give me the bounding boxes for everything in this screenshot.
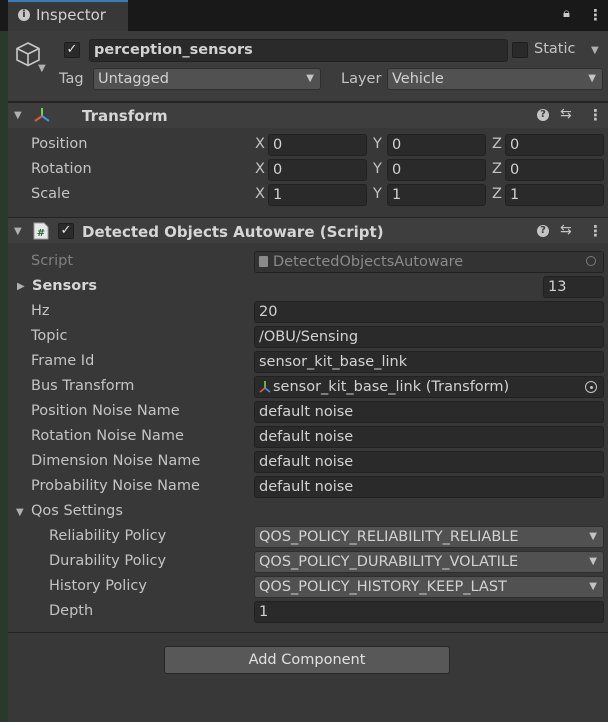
durability-policy-value: QOS_POLICY_DURABILITY_VOLATILE	[259, 554, 519, 570]
axis-y-label[interactable]: Y	[373, 161, 382, 177]
rotation-y-input[interactable]: 0	[387, 159, 486, 181]
tag-dropdown[interactable]: Untagged ▼	[93, 68, 321, 90]
object-name-input[interactable]: perception_sensors	[89, 39, 508, 62]
script-enabled-checkbox[interactable]: ✓	[58, 223, 74, 239]
frame-id-label: Frame Id	[31, 353, 95, 369]
script-foldout-arrow[interactable]: ▼	[14, 226, 22, 237]
axis-z-label[interactable]: Z	[492, 186, 502, 202]
presets-icon[interactable]: ⇆	[560, 222, 572, 238]
transform-title: Transform	[82, 107, 168, 125]
chevron-down-icon: ▼	[589, 531, 597, 542]
topic-label: Topic	[31, 328, 68, 344]
static-label: Static	[534, 41, 576, 57]
sensors-size-input[interactable]: 13	[543, 276, 604, 298]
add-component-button[interactable]: Add Component	[164, 646, 450, 674]
icon-dropdown-arrow[interactable]: ▼	[38, 63, 46, 74]
active-checkbox[interactable]: ✓	[64, 42, 80, 58]
frame-id-input[interactable]: sensor_kit_base_link	[254, 351, 604, 373]
axis-x-label[interactable]: X	[255, 186, 265, 202]
layer-dropdown[interactable]: Vehicle ▼	[387, 68, 603, 90]
scale-z-input[interactable]: 1	[505, 184, 604, 206]
section-divider	[8, 632, 608, 633]
position-z-input[interactable]: 0	[505, 134, 604, 156]
reliability-policy-label: Reliability Policy	[49, 528, 167, 544]
transform-foldout-arrow[interactable]: ▼	[14, 110, 22, 121]
position-x-input[interactable]: 0	[268, 134, 367, 156]
script-file-icon: #	[33, 222, 49, 240]
history-policy-value: QOS_POLICY_HISTORY_KEEP_LAST	[259, 579, 507, 595]
transform-small-icon	[259, 381, 271, 393]
qos-foldout-arrow[interactable]: ▼	[16, 507, 24, 518]
lock-icon[interactable]: 🔒︎	[563, 6, 570, 21]
component-menu-icon[interactable]: ⋮	[588, 106, 603, 124]
layer-value: Vehicle	[392, 71, 444, 87]
svg-text:#: #	[37, 228, 45, 239]
reliability-policy-value: QOS_POLICY_RELIABILITY_RELIABLE	[259, 529, 519, 545]
durability-policy-label: Durability Policy	[49, 553, 167, 569]
axis-x-label[interactable]: X	[255, 136, 265, 152]
script-file-small-icon	[259, 256, 268, 267]
scene-view-edge	[0, 0, 8, 722]
sensors-label[interactable]: Sensors	[32, 278, 97, 294]
depth-input[interactable]: 1	[254, 601, 604, 623]
info-icon: i	[18, 9, 30, 21]
tab-menu-icon[interactable]: ⋮	[588, 6, 603, 24]
transform-icon	[34, 108, 50, 122]
presets-icon[interactable]: ⇆	[560, 106, 572, 122]
static-checkbox[interactable]	[512, 42, 528, 58]
dimension-noise-label: Dimension Noise Name	[31, 453, 201, 469]
rotation-x-input[interactable]: 0	[268, 159, 367, 181]
reliability-policy-dropdown[interactable]: QOS_POLICY_RELIABILITY_RELIABLE ▼	[254, 526, 604, 548]
bus-transform-value: sensor_kit_base_link (Transform)	[273, 379, 510, 395]
position-noise-input[interactable]: default noise	[254, 401, 604, 423]
chevron-down-icon: ▼	[589, 581, 597, 592]
tag-label: Tag	[59, 71, 84, 87]
axis-y-label[interactable]: Y	[373, 186, 382, 202]
help-icon[interactable]: ?	[537, 109, 549, 121]
static-dropdown-arrow[interactable]: ▼	[591, 45, 599, 56]
object-picker-dot	[589, 385, 593, 389]
axis-z-label[interactable]: Z	[492, 136, 502, 152]
history-policy-dropdown[interactable]: QOS_POLICY_HISTORY_KEEP_LAST ▼	[254, 576, 604, 598]
bus-transform-label: Bus Transform	[31, 378, 135, 394]
object-picker-icon	[586, 256, 596, 266]
depth-label: Depth	[49, 603, 94, 619]
position-noise-label: Position Noise Name	[31, 403, 180, 419]
position-y-input[interactable]: 0	[387, 134, 486, 156]
rotation-label: Rotation	[31, 161, 92, 177]
qos-settings-label[interactable]: Qos Settings	[31, 503, 123, 519]
axis-z-label[interactable]: Z	[492, 161, 502, 177]
rotation-z-input[interactable]: 0	[505, 159, 604, 181]
script-label: Script	[31, 253, 74, 269]
chevron-down-icon: ▼	[588, 73, 596, 84]
chevron-down-icon: ▼	[306, 73, 314, 84]
rotation-noise-label: Rotation Noise Name	[31, 428, 184, 444]
position-label: Position	[31, 136, 88, 152]
history-policy-label: History Policy	[49, 578, 147, 594]
chevron-down-icon: ▼	[589, 556, 597, 567]
bus-transform-field[interactable]: sensor_kit_base_link (Transform)	[254, 376, 604, 398]
scale-x-input[interactable]: 1	[268, 184, 367, 206]
durability-policy-dropdown[interactable]: QOS_POLICY_DURABILITY_VOLATILE ▼	[254, 551, 604, 573]
rotation-noise-input[interactable]: default noise	[254, 426, 604, 448]
sensors-foldout-arrow[interactable]: ▶	[17, 281, 25, 292]
hz-label: Hz	[31, 303, 50, 319]
help-icon[interactable]: ?	[537, 225, 549, 237]
tag-value: Untagged	[98, 71, 169, 87]
probability-noise-label: Probability Noise Name	[31, 478, 200, 494]
layer-label: Layer	[341, 71, 382, 87]
axis-y-label[interactable]: Y	[373, 136, 382, 152]
scale-label: Scale	[31, 186, 71, 202]
hz-input[interactable]: 20	[254, 301, 604, 323]
component-menu-icon[interactable]: ⋮	[588, 222, 603, 240]
topic-input[interactable]: /OBU/Sensing	[254, 326, 604, 348]
script-value: DetectedObjectsAutoware	[273, 254, 464, 270]
axis-x-label[interactable]: X	[255, 161, 265, 177]
tab-inspector-label: Inspector	[36, 6, 106, 24]
scale-y-input[interactable]: 1	[387, 184, 486, 206]
dimension-noise-input[interactable]: default noise	[254, 451, 604, 473]
script-reference-field: DetectedObjectsAutoware	[254, 251, 604, 273]
script-title: Detected Objects Autoware (Script)	[82, 223, 384, 241]
probability-noise-input[interactable]: default noise	[254, 476, 604, 498]
